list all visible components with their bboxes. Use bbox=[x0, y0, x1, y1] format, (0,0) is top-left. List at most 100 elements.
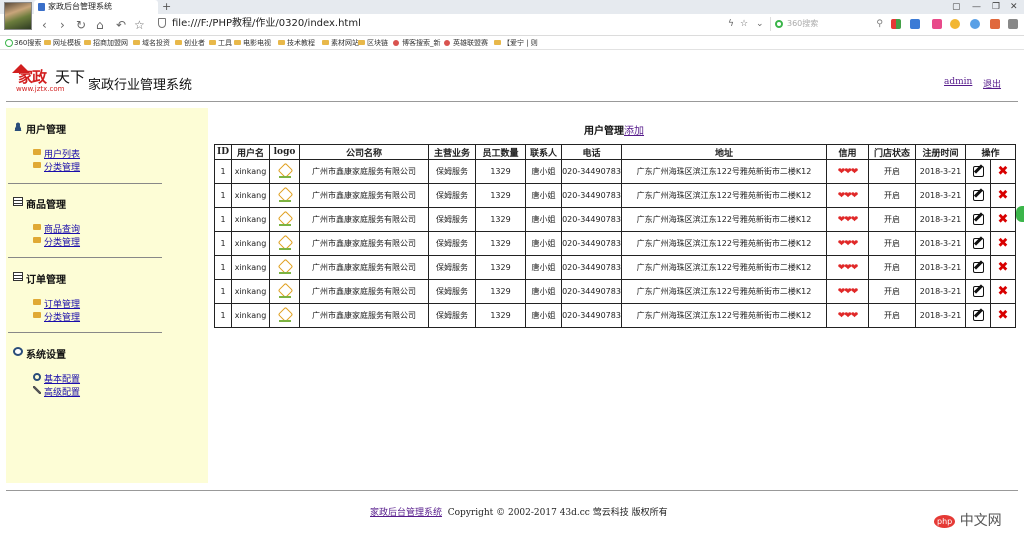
cell-logo bbox=[269, 255, 300, 280]
bookmark-item[interactable]: 素材网站 bbox=[322, 36, 359, 50]
edit-icon[interactable] bbox=[972, 214, 984, 225]
url-text[interactable]: file:///F:/PHP教程/作业/0320/index.html bbox=[172, 17, 361, 31]
browser-tab[interactable]: 家政后台管理系统 bbox=[34, 0, 158, 14]
bookmark-item[interactable]: 网址模板 bbox=[44, 36, 81, 50]
floating-widget-icon[interactable] bbox=[1016, 206, 1024, 222]
column-header: 门店状态 bbox=[868, 144, 916, 160]
back-icon[interactable]: ‹ bbox=[42, 17, 47, 33]
delete-icon[interactable]: ✖ bbox=[998, 236, 1009, 251]
site-logo[interactable]: 家政 天下 www.jztx.com bbox=[12, 64, 87, 94]
home-icon[interactable]: ⌂ bbox=[96, 17, 104, 33]
sidebar-item-user-list[interactable]: 用户列表 bbox=[33, 147, 80, 160]
sidebar-section-title: 订单管理 bbox=[26, 275, 66, 286]
cell-phone-text: 020-34490783 bbox=[562, 215, 621, 224]
document-icon bbox=[13, 197, 23, 206]
sidebar-item-goods-category[interactable]: 分类管理 bbox=[33, 235, 80, 248]
extension-icon[interactable] bbox=[990, 19, 1000, 29]
bookmark-item[interactable]: 创业者 bbox=[175, 36, 205, 50]
bookmark-item[interactable]: 技术教程 bbox=[278, 36, 315, 50]
bookmark-item[interactable]: 域名投资 bbox=[133, 36, 170, 50]
forward-icon[interactable]: › bbox=[60, 17, 65, 33]
close-window-icon[interactable]: ✕ bbox=[1010, 0, 1018, 14]
sidebar-item-advanced-config[interactable]: 高级配置 bbox=[33, 385, 80, 398]
cell-date-text: 2018-3-21 bbox=[919, 167, 962, 176]
delete-icon[interactable]: ✖ bbox=[998, 260, 1009, 275]
edit-icon[interactable] bbox=[972, 166, 984, 177]
bookmark-item[interactable]: 360搜索 bbox=[5, 36, 41, 50]
logo-url: www.jztx.com bbox=[16, 85, 65, 93]
user-avatar[interactable] bbox=[4, 2, 32, 30]
search-input[interactable]: 360搜索 bbox=[787, 17, 818, 31]
footer-home-link[interactable]: 家政后台管理系统 bbox=[370, 508, 442, 518]
bookmark-item[interactable]: 工具 bbox=[209, 36, 232, 50]
cell-id-text: 1 bbox=[220, 239, 226, 248]
cell-company: 广州市鑫康家庭服务有限公司 bbox=[299, 255, 429, 280]
edit-icon[interactable] bbox=[972, 310, 984, 321]
bookmark-item[interactable]: 博客搜索_新 bbox=[393, 36, 441, 50]
apps-icon[interactable] bbox=[891, 19, 901, 29]
extension-icon[interactable] bbox=[932, 19, 942, 29]
add-link[interactable]: 添加 bbox=[624, 126, 644, 137]
sidebar-item-order-manage[interactable]: 订单管理 bbox=[33, 297, 80, 310]
sidebar-item-basic-config[interactable]: 基本配置 bbox=[33, 372, 80, 385]
menu-icon[interactable]: ▢ bbox=[952, 0, 961, 14]
restore-icon[interactable]: ❐ bbox=[992, 0, 1000, 14]
sidebar-item-order-category[interactable]: 分类管理 bbox=[33, 310, 80, 323]
cell-company-text: 广州市鑫康家庭服务有限公司 bbox=[312, 191, 416, 200]
edit-icon[interactable] bbox=[972, 262, 984, 273]
flash-icon[interactable]: ϟ bbox=[728, 17, 734, 31]
delete-icon[interactable]: ✖ bbox=[998, 308, 1009, 323]
sidebar-item-user-category[interactable]: 分类管理 bbox=[33, 160, 80, 173]
bookmark-star-icon[interactable]: ☆ bbox=[740, 17, 748, 31]
bookmark-item[interactable]: 英雄联盟赛 bbox=[444, 36, 488, 50]
user-icon bbox=[13, 122, 23, 131]
extension-icon[interactable] bbox=[950, 19, 960, 29]
admin-user-link[interactable]: admin bbox=[944, 77, 972, 87]
minimize-icon[interactable]: — bbox=[972, 0, 981, 14]
bookmark-item[interactable]: 【爱宁 | 则 bbox=[494, 36, 538, 50]
cell-staff: 1329 bbox=[475, 159, 526, 184]
cell-status-text: 开启 bbox=[884, 263, 900, 272]
delete-icon[interactable]: ✖ bbox=[998, 188, 1009, 203]
cell-username-text: xinkang bbox=[234, 191, 267, 200]
cell-company: 广州市鑫康家庭服务有限公司 bbox=[299, 183, 429, 208]
sidebar-section-settings: 系统设置 bbox=[13, 346, 66, 361]
delete-icon[interactable]: ✖ bbox=[998, 212, 1009, 227]
edit-icon[interactable] bbox=[972, 286, 984, 297]
cell-phone: 020-34490783 bbox=[561, 183, 622, 208]
cell-staff: 1329 bbox=[475, 255, 526, 280]
edit-icon[interactable] bbox=[972, 190, 984, 201]
cell-company: 广州市鑫康家庭服务有限公司 bbox=[299, 207, 429, 232]
reload-icon[interactable]: ↻ bbox=[76, 17, 86, 33]
edit-icon[interactable] bbox=[972, 238, 984, 249]
new-tab-button[interactable]: + bbox=[162, 0, 171, 14]
cell-address: 广东广州海珠区滨江东122号雅苑新街市二楼K12 bbox=[621, 255, 827, 280]
bookmark-item[interactable]: 招商加盟网 bbox=[84, 36, 128, 50]
cell-status: 开启 bbox=[868, 159, 916, 184]
undo-icon[interactable]: ↶ bbox=[116, 17, 126, 33]
search-box[interactable]: 360搜索 ⚲ bbox=[770, 17, 885, 31]
delete-icon[interactable]: ✖ bbox=[998, 284, 1009, 299]
bookmark-item[interactable]: 电影电视 bbox=[234, 36, 271, 50]
delete-icon[interactable]: ✖ bbox=[998, 164, 1009, 179]
bookmark-item[interactable]: 区块链 bbox=[358, 36, 388, 50]
menu-icon[interactable] bbox=[1008, 19, 1018, 29]
folder-icon bbox=[33, 224, 41, 230]
extension-icon[interactable] bbox=[970, 19, 980, 29]
column-header: 操作 bbox=[964, 144, 1017, 160]
cell-address: 广东广州海珠区滨江东122号雅苑新街市二楼K12 bbox=[621, 207, 827, 232]
dropdown-chevron-icon[interactable]: ⌄ bbox=[756, 17, 764, 31]
security-shield-icon bbox=[158, 18, 166, 28]
cell-id: 1 bbox=[214, 183, 232, 208]
heart-icon: ❤❤❤ bbox=[837, 166, 859, 177]
search-icon[interactable]: ⚲ bbox=[876, 17, 883, 31]
logout-link[interactable]: 退出 bbox=[983, 77, 1001, 90]
folder-icon bbox=[33, 237, 41, 243]
cell-business-text: 保姆服务 bbox=[436, 311, 468, 320]
extension-icon[interactable] bbox=[910, 19, 920, 29]
sidebar-item-goods-search[interactable]: 商品查询 bbox=[33, 222, 80, 235]
star-icon[interactable]: ☆ bbox=[134, 17, 145, 33]
cell-business: 保姆服务 bbox=[428, 159, 476, 184]
cell-company-text: 广州市鑫康家庭服务有限公司 bbox=[312, 239, 416, 248]
cell-contact: 唐小姐 bbox=[525, 279, 562, 304]
